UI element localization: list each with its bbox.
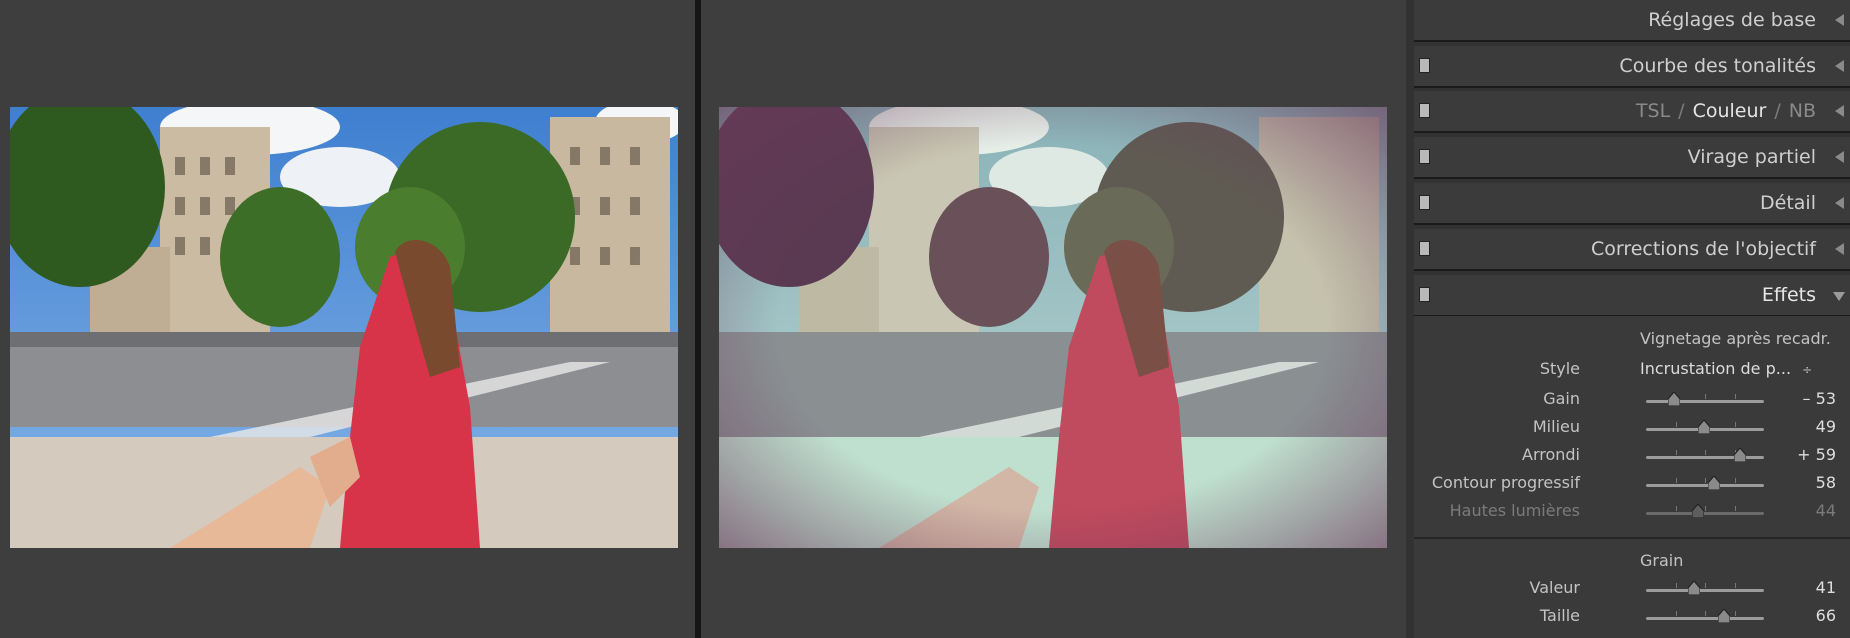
slider-tick [1705,611,1706,616]
panel-title-split-toning: Virage partiel [1687,146,1816,168]
panel-header-split-toning[interactable]: Virage partiel [1414,137,1850,179]
collapse-arrow-icon[interactable] [1835,105,1844,117]
section-separator [1414,537,1850,539]
slider-tick [1675,506,1677,511]
slider-taille[interactable] [1646,609,1764,623]
expand-arrow-icon[interactable] [1833,292,1845,301]
slider-label-arrondi: Arrondi [1522,445,1580,464]
panel-toggle-switch[interactable] [1419,195,1430,210]
slider-tick [1705,478,1706,483]
slider-tick [1734,611,1736,616]
panel-title-detail: Détail [1760,192,1816,214]
slider-label-contour-progressif: Contour progressif [1431,473,1580,492]
tab-separator: / [1774,100,1781,122]
slider-tick [1705,450,1706,455]
slider-thumb-icon[interactable] [1697,420,1710,434]
slider-tick [1734,394,1736,399]
slider-milieu[interactable] [1646,420,1764,434]
slider-label-hautes-lumieres: Hautes lumières [1449,501,1580,520]
panel-header-detail[interactable]: Détail [1414,183,1850,225]
slider-tick [1705,394,1706,399]
panel-title-lens: Corrections de l'objectif [1590,238,1816,260]
slider-value-arrondi[interactable]: + 59 [1797,445,1836,464]
slider-thumb-icon[interactable] [1717,609,1730,623]
collapse-arrow-icon[interactable] [1835,14,1844,26]
panel-toggle-switch[interactable] [1419,103,1430,118]
before-photo-image [10,107,678,548]
develop-panel: Réglages de base Courbe des tonalités TS… [1406,0,1850,638]
panel-title-effects: Effets [1761,284,1816,306]
slider-thumb-icon[interactable] [1667,392,1680,406]
before-photo[interactable] [10,107,678,548]
slider-label-gain: Gain [1543,389,1580,408]
slider-tick [1675,583,1677,588]
style-select-value: Incrustation de p... [1640,359,1792,378]
hsl-tabs: TSL / Couleur / NB [1636,100,1816,122]
slider-tick [1675,478,1677,483]
slider-thumb-icon [1691,504,1704,518]
tab-couleur[interactable]: Couleur [1693,100,1767,122]
slider-gain[interactable] [1646,392,1764,406]
tab-nb[interactable]: NB [1789,100,1816,122]
slider-value-milieu[interactable]: 49 [1816,417,1836,436]
slider-tick [1705,506,1706,511]
select-arrows-icon: ÷ [1802,363,1813,377]
panel-toggle-switch[interactable] [1419,149,1430,164]
slider-value-contour-progressif[interactable]: 58 [1816,473,1836,492]
collapse-arrow-icon[interactable] [1835,197,1844,209]
after-photo[interactable] [719,107,1387,548]
panel-header-lens[interactable]: Corrections de l'objectif [1414,229,1850,271]
slider-thumb-icon[interactable] [1688,581,1701,595]
panel-title-tone-curve: Courbe des tonalités [1619,55,1816,77]
slider-tick [1734,422,1736,427]
slider-value-valeur[interactable]: 41 [1816,578,1836,597]
slider-tick [1675,422,1677,427]
slider-tick [1675,450,1677,455]
panel-title-basic: Réglages de base [1648,9,1816,31]
style-select[interactable]: Incrustation de p... ÷ [1640,359,1812,378]
slider-tick [1734,583,1736,588]
style-label: Style [1539,359,1580,378]
slider-valeur[interactable] [1646,581,1764,595]
slider-thumb-icon[interactable] [1733,448,1746,462]
panel-header-hsl[interactable]: TSL / Couleur / NB [1414,91,1850,133]
slider-value-hautes-lumieres[interactable]: 44 [1816,501,1836,520]
panel-header-tone-curve[interactable]: Courbe des tonalités [1414,46,1850,88]
slider-arrondi[interactable] [1646,448,1764,462]
slider-label-milieu: Milieu [1532,417,1580,436]
panel-header-basic[interactable]: Réglages de base [1414,0,1850,42]
slider-tick [1675,611,1677,616]
grain-section-title: Grain [1640,551,1684,570]
tab-separator: / [1678,100,1685,122]
panel-header-effects[interactable]: Effets [1414,275,1850,317]
effects-panel-body: Vignetage après recadr. Style Incrustati… [1414,316,1850,638]
panel-toggle-switch[interactable] [1419,58,1430,73]
slider-tick [1705,583,1706,588]
panel-toggle-switch[interactable] [1419,241,1430,256]
slider-label-taille: Taille [1539,606,1580,625]
slider-value-gain[interactable]: – 53 [1803,389,1836,408]
slider-tick [1734,478,1736,483]
slider-hautes-lumieres [1646,504,1764,518]
collapse-arrow-icon[interactable] [1835,243,1844,255]
collapse-arrow-icon[interactable] [1835,151,1844,163]
slider-value-taille[interactable]: 66 [1816,606,1836,625]
slider-label-valeur: Valeur [1529,578,1580,597]
collapse-arrow-icon[interactable] [1835,60,1844,72]
tab-tsl[interactable]: TSL [1636,100,1670,122]
panel-toggle-switch[interactable] [1419,287,1430,302]
vignette-section-title: Vignetage après recadr. [1640,329,1831,348]
after-photo-image [719,107,1387,548]
slider-thumb-icon[interactable] [1708,476,1721,490]
slider-tick [1734,506,1736,511]
slider-contour-progressif[interactable] [1646,476,1764,490]
